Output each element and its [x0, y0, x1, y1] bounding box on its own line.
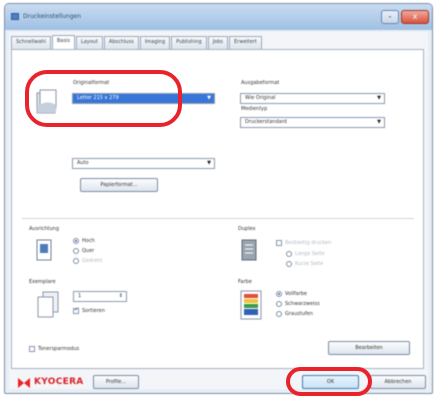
- color-bw-label: Schwarzweiss: [285, 301, 320, 307]
- paper-source-select[interactable]: Auto ▼: [72, 158, 215, 169]
- duplex-short-edge-label: Kurze Seite: [295, 261, 324, 267]
- media-type-value: Druckerstandard: [245, 119, 287, 125]
- color-full-radio[interactable]: [276, 291, 282, 297]
- color-bw-radio[interactable]: [276, 301, 282, 307]
- duplex-long-edge-radio[interactable]: [286, 251, 292, 257]
- profiles-button[interactable]: Profile...: [93, 375, 139, 389]
- duplex-long-edge-label: Lange Seite: [295, 251, 325, 257]
- tab-imaging[interactable]: Imaging: [139, 36, 171, 49]
- orientation-portrait-radio[interactable]: [73, 238, 79, 244]
- color-full-label: Vollfarbe: [285, 291, 307, 297]
- print-size-label: Ausgabeformat: [241, 80, 280, 86]
- tab-jobs[interactable]: Jobs: [207, 36, 229, 49]
- duplex-label: Duplex: [238, 226, 256, 232]
- paper-size-icon: [36, 89, 57, 114]
- duplex-short-edge-radio[interactable]: [286, 261, 292, 267]
- custom-paper-size-button[interactable]: Papierformat...: [80, 178, 158, 192]
- media-type-label: Medientyp: [241, 106, 268, 112]
- print-preferences-window: Druckeinstellungen - x Schnellwahl Basis…: [4, 3, 433, 394]
- copies-spinner[interactable]: 1 ⇕: [73, 291, 127, 302]
- copies-icon: [37, 291, 59, 318]
- orientation-label: Ausrichtung: [29, 226, 60, 232]
- color-grayscale-radio[interactable]: [276, 311, 282, 317]
- tab-finishing[interactable]: Abschluss: [103, 36, 139, 49]
- eco-print-checkbox[interactable]: [29, 346, 35, 352]
- print-size-select[interactable]: Wie Original ▼: [240, 93, 385, 104]
- orientation-rotated-label: Gedreht: [82, 258, 103, 264]
- orientation-landscape-radio[interactable]: [73, 248, 79, 254]
- close-button[interactable]: x: [401, 10, 429, 24]
- duplex-icon: [241, 239, 257, 261]
- tab-strip: Schnellwahl Basis Layout Abschluss Imagi…: [11, 35, 263, 50]
- dialog-client: Schnellwahl Basis Layout Abschluss Imagi…: [9, 32, 428, 389]
- color-grayscale-label: Graustufen: [285, 311, 313, 317]
- edit-button[interactable]: Bearbeiten: [328, 341, 410, 355]
- print-size-value: Wie Original: [245, 95, 276, 101]
- media-type-select[interactable]: Druckerstandard ▼: [240, 117, 385, 128]
- collate-checkbox[interactable]: [73, 306, 79, 314]
- collate-label: Sortieren: [82, 308, 105, 314]
- tab-publishing[interactable]: Publishing: [171, 36, 207, 49]
- window-title: Druckeinstellungen: [23, 13, 82, 20]
- minimize-button[interactable]: -: [381, 10, 399, 24]
- chevron-down-icon: ▼: [207, 95, 211, 101]
- chevron-down-icon: ▼: [207, 160, 211, 166]
- chevron-down-icon: ▼: [377, 95, 381, 101]
- brand-name: KYOCERA: [34, 377, 84, 387]
- copies-value: 1: [78, 293, 82, 299]
- copies-label: Exemplare: [29, 279, 56, 285]
- duplex-checkbox[interactable]: [276, 240, 282, 246]
- duplex-option-label: Beidseitig drucken: [285, 240, 332, 246]
- original-size-value: Letter 215 x 279: [77, 95, 119, 101]
- title-bar: Druckeinstellungen - x: [5, 4, 432, 30]
- color-label: Farbe: [238, 279, 252, 285]
- orientation-portrait-label: Hoch: [82, 238, 95, 244]
- original-size-label: Originalformat: [73, 80, 110, 86]
- cancel-button[interactable]: Abbrechen: [370, 375, 426, 389]
- tab-basic[interactable]: Basis: [51, 35, 75, 49]
- orientation-rotated-radio[interactable]: [73, 258, 79, 264]
- orientation-landscape-label: Quer: [82, 248, 95, 254]
- section-divider: [22, 218, 414, 219]
- color-mode-icon: [240, 290, 262, 320]
- chevron-down-icon: ▼: [377, 119, 381, 125]
- eco-print-label: Tonersparmodus: [38, 346, 80, 352]
- ok-button[interactable]: OK: [302, 375, 359, 389]
- basic-panel: Originalformat Letter 215 x 279 ▼ Auto ▼…: [11, 49, 424, 369]
- tab-layout[interactable]: Layout: [75, 36, 103, 49]
- tab-advanced[interactable]: Erweitert: [229, 36, 262, 49]
- portrait-orientation-icon: [36, 239, 52, 261]
- kyocera-logo-icon: [18, 378, 30, 388]
- printer-icon: [11, 13, 19, 20]
- original-size-select[interactable]: Letter 215 x 279 ▼: [72, 93, 215, 104]
- spin-arrows-icon[interactable]: ⇕: [119, 292, 123, 301]
- tab-quickprint[interactable]: Schnellwahl: [11, 36, 51, 49]
- paper-source-value: Auto: [77, 160, 89, 166]
